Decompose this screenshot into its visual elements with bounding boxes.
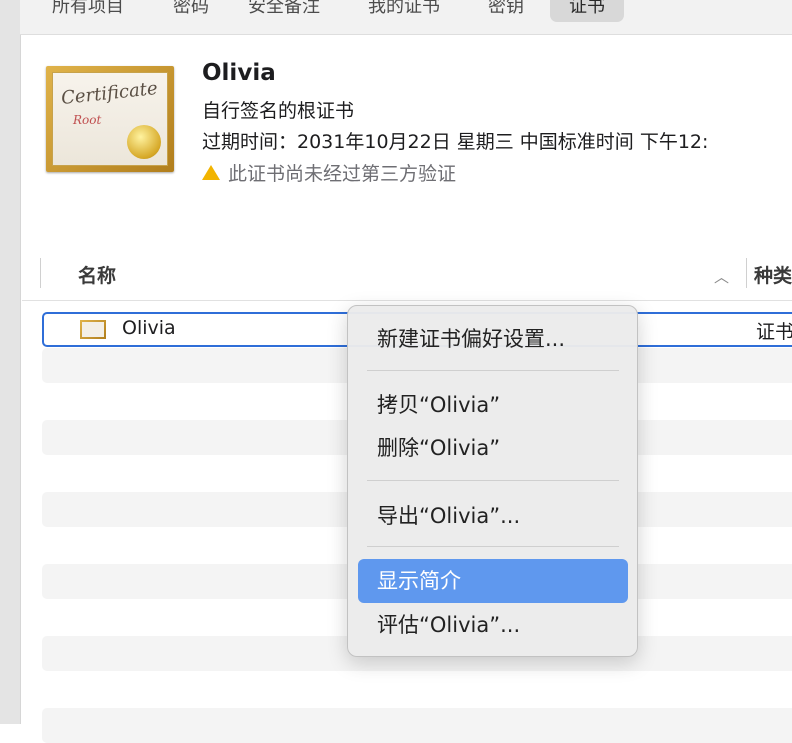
table-row xyxy=(42,708,792,743)
left-panel-edge xyxy=(0,0,21,724)
certificate-warning: 此证书尚未经过第三方验证 xyxy=(202,159,456,186)
menu-separator xyxy=(367,546,619,547)
tab-all-items[interactable]: 所有项目 xyxy=(46,0,130,22)
column-header-kind[interactable]: 种类 xyxy=(754,261,792,288)
certificate-expiry: 过期时间：2031年10月22日 星期三 中国标准时间 下午12: xyxy=(202,131,709,153)
menu-item-delete[interactable]: 删除“Olivia” xyxy=(358,426,628,470)
tab-certificates[interactable]: 证书 xyxy=(550,0,624,22)
sort-ascending-icon[interactable]: ︿ xyxy=(714,266,729,287)
tab-passwords[interactable]: 密码 xyxy=(167,0,215,22)
menu-item-evaluate[interactable]: 评估“Olivia”... xyxy=(358,603,628,647)
tab-my-certificates[interactable]: 我的证书 xyxy=(362,0,446,22)
seal-icon xyxy=(127,125,161,159)
tab-secure-notes[interactable]: 安全备注 xyxy=(242,0,326,22)
tab-keys[interactable]: 密钥 xyxy=(482,0,530,22)
column-divider[interactable] xyxy=(746,258,747,288)
certificate-icon-title: Certificate xyxy=(60,78,159,109)
certificate-icon-subtitle: Root xyxy=(73,113,102,127)
menu-item-copy[interactable]: 拷贝“Olivia” xyxy=(358,383,628,427)
certificate-name: Olivia xyxy=(202,60,276,86)
certificate-warning-text: 此证书尚未经过第三方验证 xyxy=(228,163,457,185)
menu-item-new-certificate-preference[interactable]: 新建证书偏好设置... xyxy=(358,317,628,361)
warning-icon xyxy=(202,165,220,180)
row-name: Olivia xyxy=(122,317,176,339)
menu-item-export[interactable]: 导出“Olivia”... xyxy=(358,494,628,538)
row-kind: 证书 xyxy=(756,321,792,343)
table-header: 名称 ︿ 种类 xyxy=(22,256,792,301)
context-menu: 新建证书偏好设置... 拷贝“Olivia” 删除“Olivia” 导出“Oli… xyxy=(347,305,638,657)
certificate-kind: 自行签名的根证书 xyxy=(202,100,355,122)
category-tab-bar: 所有项目 密码 安全备注 我的证书 密钥 证书 xyxy=(20,0,792,35)
certificate-icon: Certificate Root xyxy=(46,66,174,172)
menu-separator xyxy=(367,370,619,371)
menu-separator xyxy=(367,480,619,481)
column-header-name[interactable]: 名称 xyxy=(78,261,116,288)
certificate-small-icon xyxy=(80,320,106,339)
menu-item-get-info[interactable]: 显示简介 xyxy=(358,559,628,603)
